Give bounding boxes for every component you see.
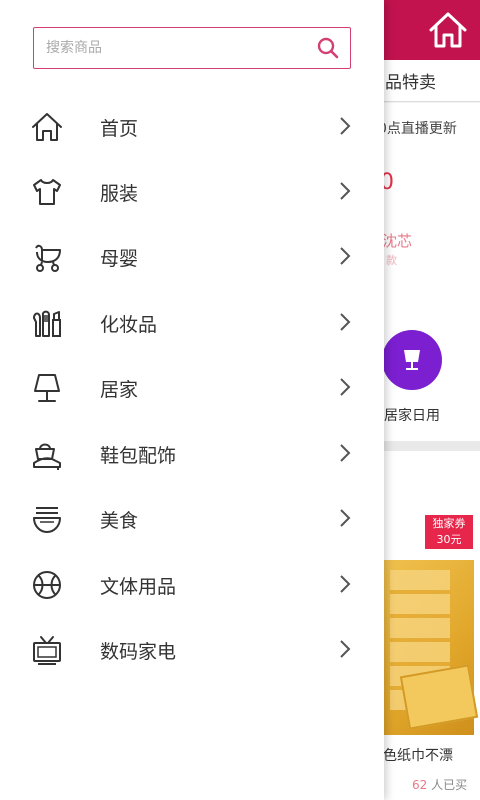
- product-image[interactable]: [384, 560, 474, 735]
- chevron-right-icon: [340, 444, 351, 462]
- product-title[interactable]: 色纸巾不漂: [383, 745, 453, 765]
- drawer-item-label: 数码家电: [100, 641, 177, 663]
- drawer-item-cosmetics[interactable]: 化妆品: [0, 294, 384, 350]
- noodle-bowl-icon: [33, 507, 61, 533]
- drawer-item-electronics[interactable]: 数码家电: [0, 621, 384, 677]
- lamp-icon: [404, 350, 420, 370]
- drawer-item-label: 鞋包配饰: [100, 445, 177, 467]
- chevron-right-icon: [340, 509, 351, 527]
- drawer-item-shoes-bags[interactable]: 鞋包配饰: [0, 425, 384, 481]
- promo-pink-text: 沈芯: [382, 232, 413, 250]
- coupon-badge: 独家券 30元: [425, 515, 473, 549]
- drawer-item-label: 居家: [100, 379, 139, 401]
- promo-pink-small: 款: [386, 254, 397, 267]
- shoe-bag-icon: [33, 443, 61, 470]
- chevron-right-icon: [340, 640, 351, 658]
- coupon-line2: 30元: [436, 533, 462, 546]
- drawer-item-home[interactable]: 首页: [0, 98, 384, 154]
- search-box[interactable]: [33, 27, 351, 69]
- cosmetics-icon: [33, 310, 61, 337]
- chevron-right-icon: [340, 378, 351, 396]
- chevron-right-icon: [340, 182, 351, 200]
- home-icon[interactable]: [426, 8, 470, 52]
- sold-count: 62 人已买: [412, 776, 467, 793]
- drawer-item-label: 美食: [100, 510, 139, 532]
- sold-number: 62: [412, 778, 428, 792]
- tv-icon: [33, 636, 61, 665]
- home-icon: [32, 113, 62, 141]
- tshirt-icon: [33, 179, 61, 205]
- category-home-goods-button[interactable]: [382, 330, 442, 390]
- chevron-right-icon: [340, 575, 351, 593]
- stroller-icon: [35, 244, 61, 272]
- drawer-item-label: 首页: [100, 118, 139, 140]
- drawer-item-clothing[interactable]: 服装: [0, 163, 384, 219]
- broadcast-text: 0点直播更新: [378, 121, 457, 137]
- drawer-item-label: 文体用品: [100, 576, 177, 598]
- ball-icon: [33, 571, 61, 599]
- chevron-right-icon: [340, 247, 351, 265]
- chevron-right-icon: [340, 117, 351, 135]
- coupon-line1: 独家券: [432, 517, 466, 530]
- drawer-item-label: 化妆品: [100, 314, 158, 336]
- chevron-right-icon: [340, 313, 351, 331]
- drawer-item-label: 服装: [100, 183, 139, 205]
- drawer-item-baby[interactable]: 母婴: [0, 228, 384, 284]
- drawer-item-sports-stationery[interactable]: 文体用品: [0, 556, 384, 612]
- drawer-item-food[interactable]: 美食: [0, 490, 384, 546]
- search-input[interactable]: [46, 36, 306, 60]
- category-home-goods-label: 居家日用: [384, 408, 440, 424]
- sold-suffix: 人已买: [431, 778, 468, 792]
- drawer-item-label: 母婴: [100, 248, 139, 270]
- navigation-drawer: 首页 服装 母婴 化妆品: [0, 0, 384, 800]
- tab-special-sale[interactable]: 品特卖: [385, 68, 436, 93]
- search-icon[interactable]: [316, 36, 340, 60]
- lamp-icon: [34, 374, 60, 402]
- drawer-item-home-living[interactable]: 居家: [0, 359, 384, 415]
